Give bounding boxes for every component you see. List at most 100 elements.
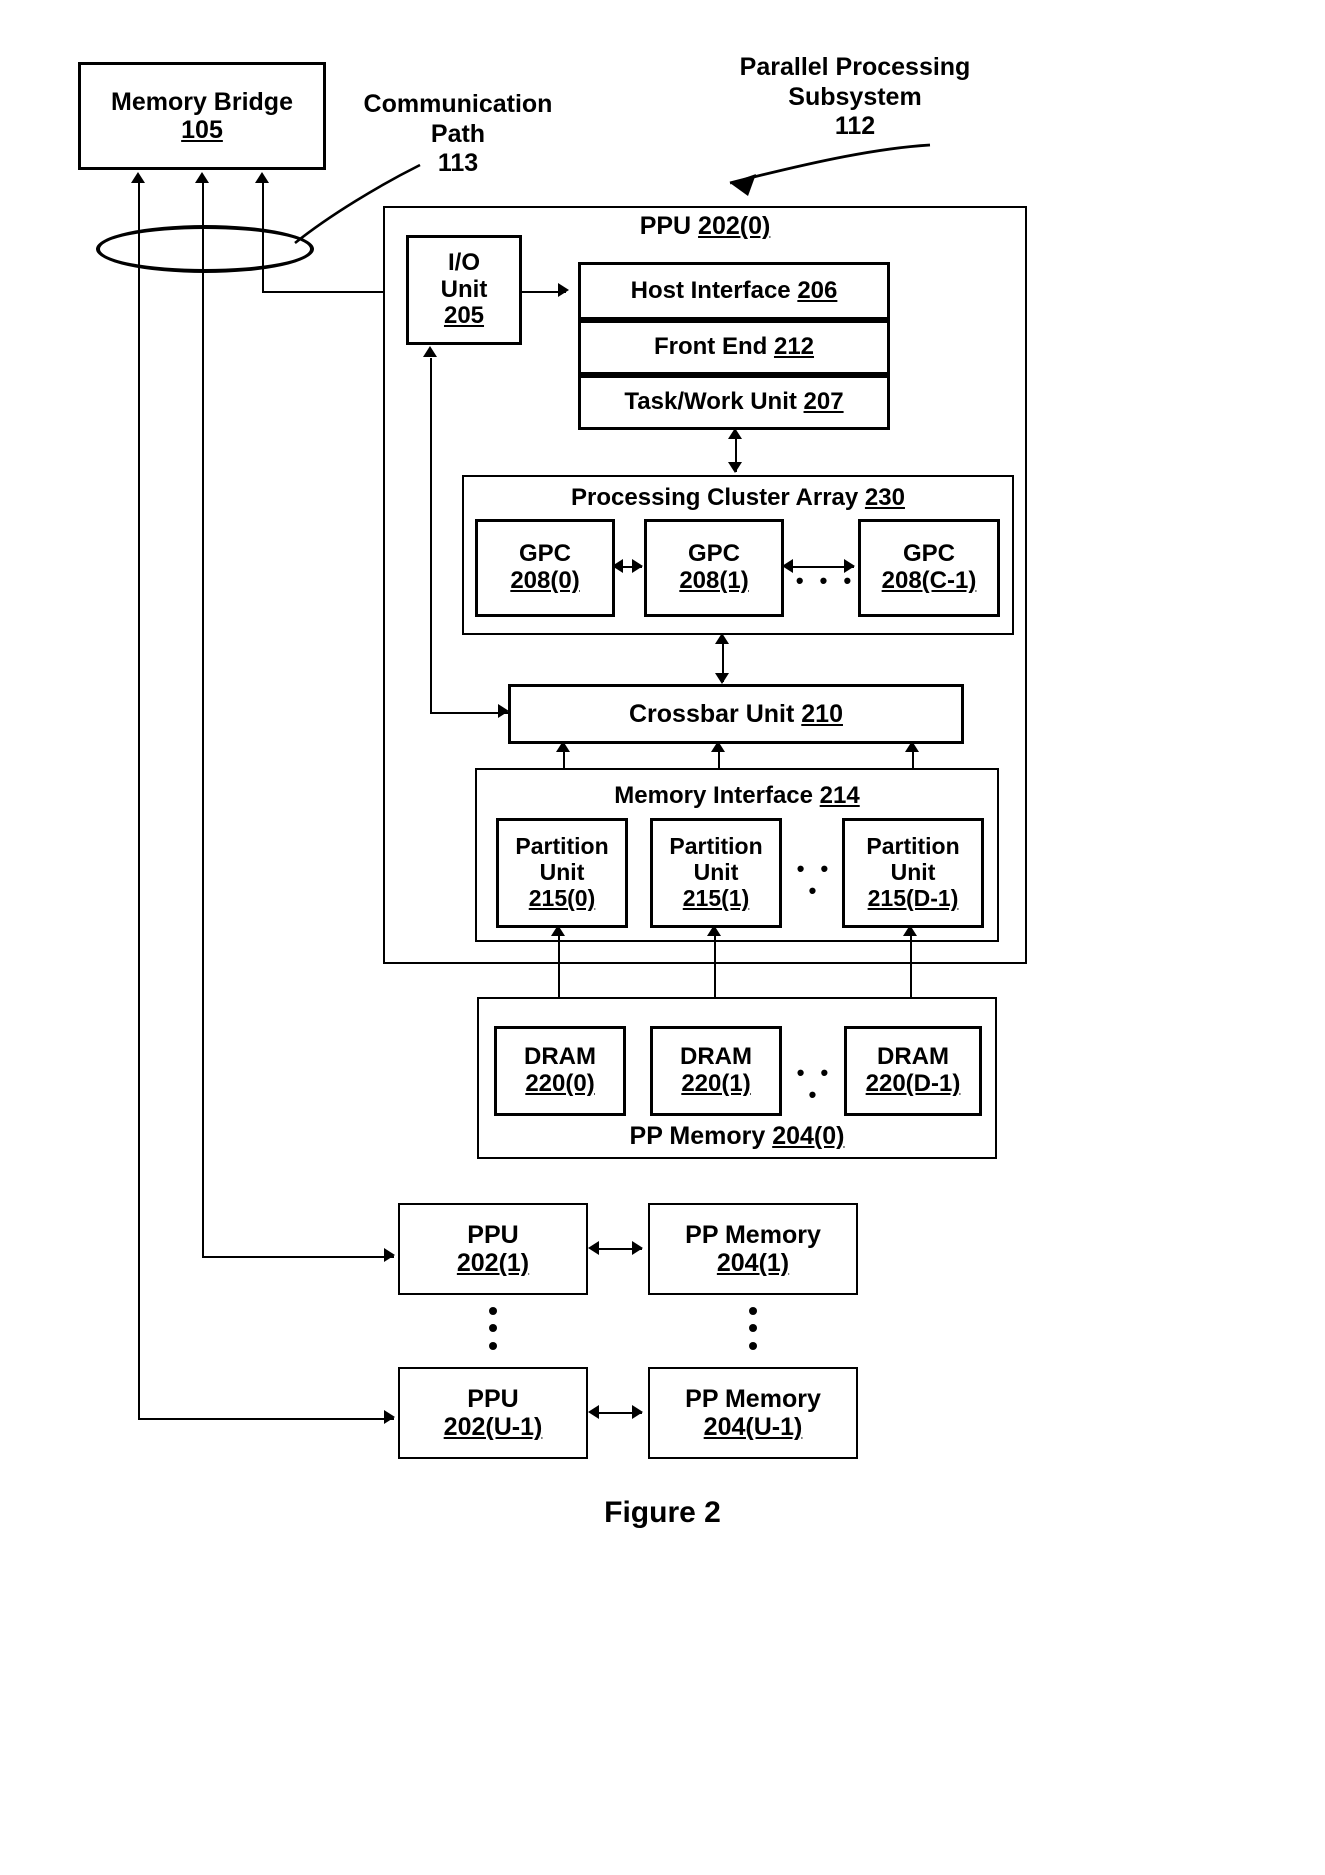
io-feed-vertical (262, 265, 264, 293)
processing-cluster-array-ref: 230 (864, 484, 905, 511)
memory-bridge-ref: 105 (181, 116, 223, 144)
ppu-202-u1-label: PPU (467, 1385, 519, 1413)
partition-unit-ellipsis: • • • (796, 856, 834, 903)
front-end-box: Front End 212 (578, 320, 890, 375)
ppu-202-1-label: PPU (467, 1221, 519, 1249)
partition-unit-215-d1-ref: 215(D-1) (867, 884, 959, 911)
pp-memory-204-u1-label: PP Memory (685, 1385, 821, 1413)
partition-unit-215-1-ref: 215(1) (682, 884, 750, 911)
memory-interface-title: Memory Interface 214 (475, 782, 999, 810)
gpc-208-1-ref: 208(1) (679, 567, 749, 594)
gpc0-gpc1-arrow-left (612, 559, 623, 573)
dram-220-1-label: DRAM (680, 1043, 752, 1071)
memory-interface-label: Memory Interface (614, 782, 820, 809)
task-work-unit-box: Task/Work Unit 207 (578, 375, 890, 430)
dram-220-d1-ref: 220(D-1) (865, 1070, 961, 1097)
front-end-content: Front End 212 (654, 333, 815, 361)
ppu-u1-mem-u1-arrow-right (632, 1405, 643, 1419)
gpc-208-0-ref: 208(0) (510, 567, 580, 594)
dram-220-1-box: DRAM 220(1) (650, 1026, 782, 1116)
partition-unit-215-d1-line2: Unit (890, 859, 936, 886)
task-work-unit-ref: 207 (803, 388, 844, 416)
crossbar-to-io-vertical (430, 358, 432, 714)
pp-memory-204-1-label: PP Memory (685, 1221, 821, 1249)
pp-memory-204-1-box: PP Memory 204(1) (648, 1203, 858, 1295)
parallel-processing-subsystem-label: Parallel Processing Subsystem 112 (739, 53, 971, 140)
taskwork-to-pca-arrow-down (728, 462, 742, 473)
io-unit-box: I/O Unit 205 (406, 235, 522, 345)
crossbar-pu0-arrow-up (556, 741, 570, 752)
crossbar-unit-ref: 210 (801, 700, 843, 728)
pu1-dram1-arrow-up (707, 925, 721, 936)
pp-memory-204-u1-box: PP Memory 204(U-1) (648, 1367, 858, 1459)
memory-interface-ref: 214 (819, 782, 860, 809)
ppu-202-0-title-prefix: PPU (639, 212, 699, 240)
pp-memory-204-0-label: PP Memory (629, 1122, 773, 1150)
ppu-202-1-box: PPU 202(1) (398, 1203, 588, 1295)
crossbar-unit-content: Crossbar Unit 210 (629, 700, 843, 728)
io-feed-horizontal (262, 291, 398, 293)
communication-bus-ellipse (96, 225, 314, 273)
figure-2-diagram: Memory Bridge 105 Communication Path 113… (0, 0, 1325, 1875)
host-interface-content: Host Interface 206 (631, 277, 838, 305)
bus-arrow-middle (195, 172, 209, 183)
taskwork-to-pca-arrow-up (728, 428, 742, 439)
dram-220-0-ref: 220(0) (525, 1070, 595, 1097)
memory-bridge-box: Memory Bridge 105 (78, 62, 326, 170)
processing-cluster-array-title: Processing Cluster Array 230 (462, 484, 1014, 512)
gpc-ellipsis: • • • (795, 568, 857, 593)
dram-220-d1-box: DRAM 220(D-1) (844, 1026, 982, 1116)
pca-to-crossbar-arrow-down (715, 673, 729, 684)
dram-220-0-box: DRAM 220(0) (494, 1026, 626, 1116)
ppu-202-u1-ref: 202(U-1) (443, 1413, 543, 1441)
processing-cluster-array-label: Processing Cluster Array (571, 484, 865, 511)
gpc-208-1-box: GPC 208(1) (644, 519, 784, 617)
dram-220-d1-label: DRAM (877, 1043, 949, 1071)
gpc-208-c1-box: GPC 208(C-1) (858, 519, 1000, 617)
pp-memory-204-0-ref: 204(0) (772, 1122, 845, 1150)
crossbar-to-io-horizontal (430, 712, 508, 714)
crossbar-unit-box: Crossbar Unit 210 (508, 684, 964, 744)
gpc-208-1-label: GPC (687, 540, 740, 568)
pp-memory-204-1-ref: 204(1) (716, 1249, 790, 1277)
io-unit-ref: 205 (443, 302, 485, 330)
io-unit-label-line1: I/O (447, 248, 480, 276)
ppu1-mem1-arrow-left (588, 1241, 599, 1255)
bus-branch-ppu1-arrow (384, 1248, 395, 1262)
ppu-202-0-title-ref: 202(0) (698, 212, 771, 240)
crossbar-to-io-arrow (423, 346, 437, 357)
ppu-vertical-ellipsis: • • • (488, 1295, 498, 1361)
partition-unit-215-d1-box: Partition Unit 215(D-1) (842, 818, 984, 928)
bus-line-left-long (138, 265, 140, 1419)
pp-memory-204-u1-ref: 204(U-1) (703, 1413, 803, 1441)
pp-memory-204-0-title: PP Memory 204(0) (477, 1122, 997, 1151)
bus-branch-ppu-u1-arrow (384, 1410, 395, 1424)
pca-to-crossbar-arrow-up (715, 633, 729, 644)
communication-path-label: Communication Path 113 (363, 90, 553, 177)
partition-unit-215-1-line2: Unit (693, 859, 739, 886)
front-end-ref: 212 (773, 333, 815, 361)
ppu-u1-mem-u1-arrow-left (588, 1405, 599, 1419)
bus-branch-ppu1 (202, 1256, 394, 1258)
dram-220-0-label: DRAM (524, 1043, 596, 1071)
bus-arrow-right (255, 172, 269, 183)
pu0-dram0-arrow-up (551, 925, 565, 936)
crossbar-pud1-arrow-up (905, 741, 919, 752)
gpc-208-0-box: GPC 208(0) (475, 519, 615, 617)
bus-arrow-left (131, 172, 145, 183)
gpc-208-c1-label: GPC (902, 540, 955, 568)
dram-220-1-ref: 220(1) (681, 1070, 751, 1097)
partition-unit-215-1-box: Partition Unit 215(1) (650, 818, 782, 928)
partition-unit-215-0-box: Partition Unit 215(0) (496, 818, 628, 928)
partition-unit-215-0-line2: Unit (539, 859, 585, 886)
subsystem-leader-line (729, 143, 931, 185)
partition-unit-215-1-line1: Partition (669, 833, 763, 860)
pp-memory-vertical-ellipsis: • • • (748, 1295, 758, 1361)
partition-unit-215-0-line1: Partition (515, 833, 609, 860)
partition-unit-215-d1-line1: Partition (866, 833, 960, 860)
partition-unit-215-0-ref: 215(0) (528, 884, 596, 911)
bus-branch-ppu-u1 (138, 1418, 394, 1420)
gpc0-gpc1-arrow-right (632, 559, 643, 573)
io-to-host-arrow (558, 283, 569, 297)
memory-bridge-label: Memory Bridge (111, 88, 293, 116)
